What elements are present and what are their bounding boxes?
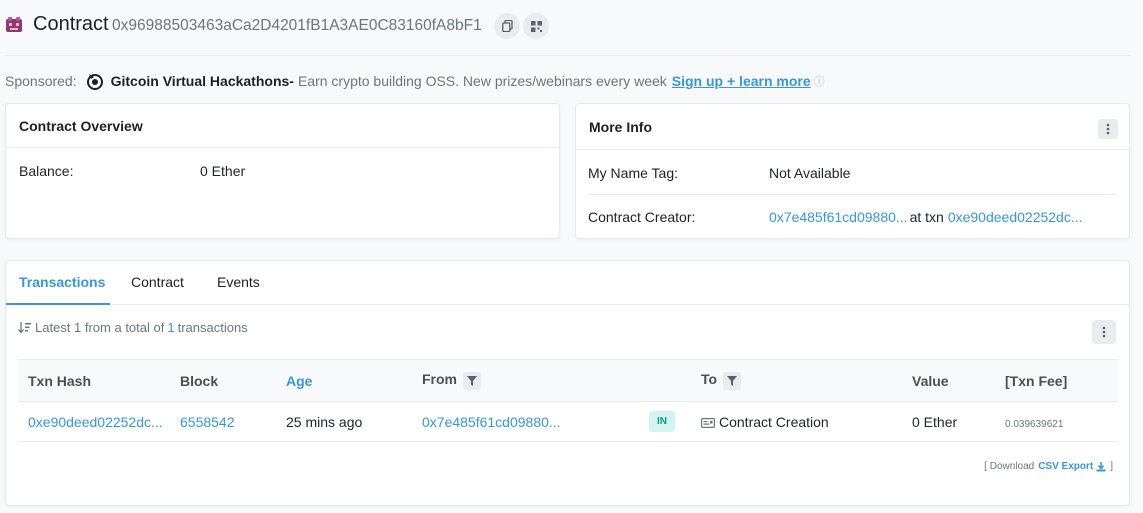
table-header-row: Txn Hash Block Age From To Value [Txn Fe… [18,359,1118,402]
col-txn-hash: Txn Hash [18,359,170,402]
sponsor-signup-link[interactable]: Sign up + learn more [672,73,811,89]
transactions-menu-button[interactable] [1092,320,1116,344]
to-filter-button[interactable] [723,371,742,390]
contract-address: 0x96988503463aCa2D4201fB1A3AE0C83160fA8b… [112,17,482,34]
contract-creator-label: Contract Creator: [588,209,696,225]
col-to: To [691,359,902,402]
table-row: 0xe90deed02252dc... 6558542 25 mins ago … [18,401,1118,442]
summary-prefix: Latest 1 from a total of [35,320,165,335]
age-value: 25 mins ago [286,413,363,430]
copy-address-button[interactable] [494,13,520,39]
sponsored-label: Sponsored: [5,73,77,89]
more-info-menu-button[interactable] [1098,119,1118,139]
at-txn-text: at txn [909,209,944,225]
transactions-summary: Latest 1 from a total of 1 transactions [18,320,248,335]
qr-code-icon [530,20,542,32]
filter-icon [467,375,477,386]
balance-label: Balance: [19,163,74,179]
balance-value: 0 Ether [200,163,246,179]
contract-creator-row: Contract Creator: 0x7e485f61cd09880... a… [588,209,1083,225]
to-value: Contract Creation [719,413,829,430]
download-prefix: [ Download [984,461,1035,472]
from-filter-button[interactable] [463,371,481,390]
name-tag-value: Not Available [769,165,851,181]
col-age-toggle[interactable]: Age [276,359,412,402]
active-tab-indicator [6,303,110,305]
sort-amount-icon [18,321,31,334]
contract-logo-icon [6,17,22,32]
block-link[interactable]: 6558542 [180,414,235,430]
col-to-label: To [701,371,718,388]
tab-contract[interactable]: Contract [131,274,184,290]
contract-creation-icon [701,417,716,428]
info-icon[interactable]: ⓘ [814,73,825,89]
creator-txn-link[interactable]: 0xe90deed02252dc... [948,209,1083,225]
tab-events[interactable]: Events [217,274,260,290]
more-info-card: More Info My Name Tag: Not Available Con… [575,103,1130,239]
creator-address-link[interactable]: 0x7e485f61cd09880... [769,209,908,225]
col-from: From [412,359,639,402]
contract-overview-title: Contract Overview [6,104,559,148]
download-suffix: ] [1110,461,1113,472]
more-info-title: More Info [576,104,1129,150]
summary-suffix: transactions [177,320,248,335]
name-tag-row: My Name Tag: Not Available [588,165,850,181]
balance-row: Balance: 0 Ether [19,163,245,179]
sponsor-text: Earn crypto building OSS. New prizes/web… [297,73,667,89]
summary-count-link[interactable]: 1 [167,320,174,335]
qr-code-button[interactable] [523,13,549,39]
sponsor-name: Gitcoin Virtual Hackathons- [110,73,294,89]
col-from-label: From [422,371,457,388]
transactions-table: Txn Hash Block Age From To Value [Txn Fe… [18,359,1118,442]
txn-hash-link[interactable]: 0xe90deed02252dc... [28,414,163,430]
col-block: Block [170,359,276,402]
csv-export-link[interactable]: CSV Export [1038,461,1093,472]
value-amount: 0 Ether [912,413,958,430]
copy-icon [501,20,513,32]
page-header: Contract 0x96988503463aCa2D4201fB1A3AE0C… [0,0,1143,56]
page-title: Contract [33,13,109,35]
tab-transactions[interactable]: Transactions [19,274,105,290]
download-csv: [ Download CSV Export ] [984,461,1113,472]
more-info-divider [588,194,1117,195]
vertical-dots-icon [1102,326,1106,338]
sponsored-banner: Sponsored: Gitcoin Virtual Hackathons- E… [5,71,825,91]
from-address-link[interactable]: 0x7e485f61cd09880... [422,414,561,430]
filter-icon [727,375,738,386]
transactions-panel: Transactions Contract Events Latest 1 fr… [5,260,1130,506]
gitcoin-logo-icon [86,74,103,90]
contract-overview-card: Contract Overview Balance: 0 Ether [5,103,560,239]
header-divider [5,55,1130,56]
name-tag-label: My Name Tag: [588,165,678,181]
col-direction [639,359,691,402]
col-value: Value [902,359,995,402]
download-icon [1096,461,1106,471]
txn-fee-value: 0.039639621 [1005,418,1064,430]
vertical-dots-icon [1106,123,1110,135]
col-txn-fee: [Txn Fee] [995,359,1118,402]
tab-bar: Transactions Contract Events [6,261,1129,305]
direction-badge: IN [649,411,675,432]
